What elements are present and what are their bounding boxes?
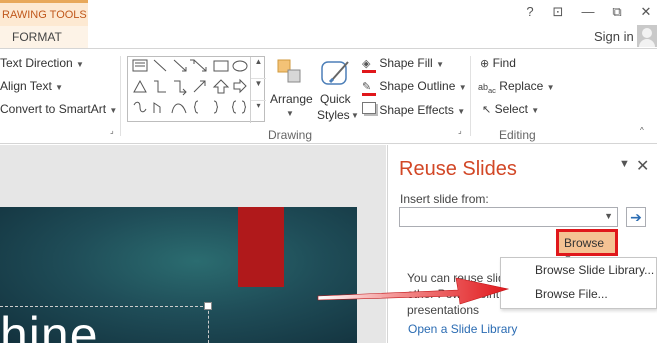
open-slide-library-link[interactable]: Open a Slide Library <box>408 322 517 336</box>
shape-effects-label: Shape Effects <box>379 103 454 117</box>
drawing-group-label: Drawing <box>268 128 313 142</box>
chevron-down-icon: ▼ <box>109 106 118 115</box>
group-separator <box>120 56 121 136</box>
browse-button[interactable]: Browse ▼ <box>556 229 618 263</box>
chevron-down-icon[interactable]: ▼ <box>604 211 613 221</box>
pane-close-icon[interactable]: ✕ <box>636 156 649 176</box>
shape-fill-button[interactable]: ◈ Shape Fill ▼ <box>362 56 444 73</box>
select-label: Select <box>494 102 528 116</box>
replace-icon: abac <box>478 82 496 95</box>
drawing-tools-context-header: RAWING TOOLS <box>0 0 88 26</box>
arrange-button[interactable]: Arrange ▼ <box>270 56 314 122</box>
quick-styles-button[interactable]: Quick Styles ▼ <box>316 56 359 122</box>
insert-slide-from-label: Insert slide from: <box>400 192 489 206</box>
cursor-icon: ↖ <box>482 104 492 116</box>
avatar-head-shape <box>642 28 652 38</box>
chevron-down-icon: ▼ <box>457 107 466 116</box>
align-text-button[interactable]: Align Text ▼ <box>0 79 63 93</box>
quick-styles-icon <box>321 61 349 85</box>
browse-label: Browse <box>564 236 605 250</box>
replace-label: Replace <box>499 79 544 93</box>
select-button[interactable]: ↖ Select ▼ <box>482 102 539 116</box>
chevron-down-icon: ▼ <box>76 60 84 69</box>
ribbon-display-options-icon[interactable]: ⊡ <box>548 4 568 22</box>
chevron-down-icon: ▼ <box>55 83 64 92</box>
gallery-scroll-up-icon[interactable]: ▲ <box>251 57 266 79</box>
selection-border <box>208 306 209 343</box>
arrange-label: Arrange <box>270 92 313 106</box>
chevron-down-icon: ▼ <box>436 60 444 69</box>
text-direction-label: Text Direction <box>0 56 73 70</box>
editing-group-label: Editing <box>499 128 536 142</box>
convert-smartart-label: Convert to SmartArt <box>0 102 107 116</box>
binoculars-icon: ⊕ <box>480 58 490 70</box>
pane-description-line: You can reuse slid <box>407 271 505 285</box>
dialog-launcher-icon[interactable]: ⌟ <box>110 126 114 135</box>
browse-dropdown-menu: Browse Slide Library... Browse File... <box>500 257 657 309</box>
chevron-down-icon: ▼ <box>546 83 555 92</box>
shape-outline-button[interactable]: ✎ Shape Outline ▼ <box>362 79 467 96</box>
slide-title-text[interactable]: hine <box>0 306 99 364</box>
chevron-down-icon: ▼ <box>531 106 540 115</box>
collapse-ribbon-icon[interactable]: ^ <box>640 126 644 135</box>
close-window-icon[interactable]: ✕ <box>636 4 656 22</box>
restore-icon[interactable]: ⧉ <box>607 4 627 22</box>
minimize-icon[interactable]: — <box>578 4 598 22</box>
pane-description-line: presentations <box>407 303 480 317</box>
shape-effects-icon <box>362 102 376 114</box>
pane-description-line: other PowerPoint <box>407 287 500 301</box>
resize-handle[interactable] <box>204 302 212 310</box>
gallery-scroll-down-icon[interactable]: ▼ <box>251 79 266 101</box>
arrange-icon <box>277 59 301 83</box>
chevron-down-icon: ▼ <box>351 111 359 120</box>
gallery-more-icon[interactable]: ▾ <box>251 101 266 123</box>
tab-format[interactable]: FORMAT <box>0 26 88 48</box>
group-separator <box>470 56 471 136</box>
menu-item-browse-slide-library[interactable]: Browse Slide Library... <box>501 259 656 281</box>
quick-styles-label-line1: Quick <box>320 92 351 106</box>
shapes-gallery[interactable]: ▲ ▼ ▾ <box>127 56 266 123</box>
chevron-down-icon: ▼ <box>458 83 467 92</box>
insert-slide-from-input[interactable]: ▼ <box>399 207 618 227</box>
help-icon[interactable]: ? <box>520 4 540 22</box>
shape-fill-label: Shape Fill <box>379 56 433 70</box>
pane-description: You can reuse slid other PowerPoint pres… <box>407 270 507 318</box>
dialog-launcher-icon[interactable]: ⌟ <box>458 126 462 135</box>
menu-item-browse-file[interactable]: Browse File... <box>501 283 656 305</box>
quick-styles-label-line2: Styles <box>317 108 350 122</box>
pane-options-icon[interactable]: ▼ <box>619 158 630 170</box>
gallery-scroll[interactable]: ▲ ▼ ▾ <box>250 57 266 123</box>
text-direction-button[interactable]: Text Direction ▼ <box>0 56 84 70</box>
replace-button[interactable]: abac Replace ▼ <box>478 79 555 95</box>
shape-outline-label: Shape Outline <box>379 79 456 93</box>
paint-bucket-icon: ◈ <box>362 59 376 73</box>
shape-effects-button[interactable]: Shape Effects ▼ <box>362 102 465 117</box>
avatar[interactable] <box>637 25 657 47</box>
pane-title: Reuse Slides <box>399 158 517 180</box>
go-arrow-button[interactable]: ➔ <box>626 207 646 227</box>
chevron-down-icon: ▼ <box>286 109 294 118</box>
slide-red-shape[interactable] <box>238 207 284 287</box>
avatar-body-shape <box>639 39 655 47</box>
find-label: Find <box>492 56 516 70</box>
pencil-icon: ✎ <box>362 82 376 96</box>
find-button[interactable]: ⊕ Find <box>480 56 516 70</box>
shapes-gallery-icons <box>132 59 248 114</box>
convert-smartart-button[interactable]: Convert to SmartArt ▼ <box>0 102 117 116</box>
align-text-label: Align Text <box>0 79 52 93</box>
sign-in-link[interactable]: Sign in <box>594 29 634 44</box>
